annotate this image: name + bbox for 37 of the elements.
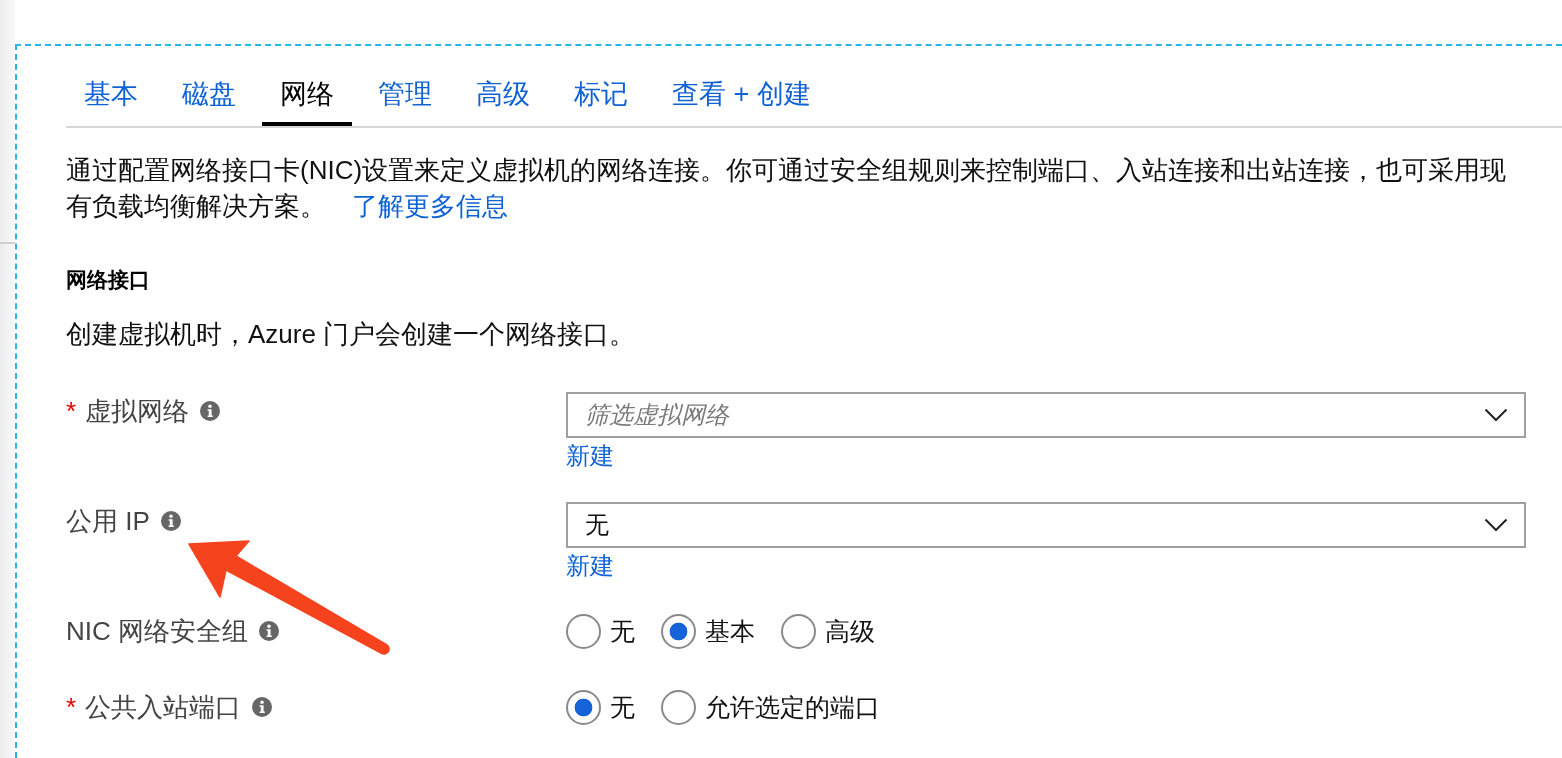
tab[interactable]: 高级 — [458, 46, 548, 126]
radio-label[interactable]: 无 — [610, 614, 635, 648]
section-text: 创建虚拟机时，Azure 门户会创建一个网络接口。 — [66, 318, 637, 351]
radio-button[interactable] — [661, 689, 696, 725]
radio-button[interactable] — [566, 613, 601, 649]
required-asterisk: * — [66, 691, 77, 723]
tab[interactable]: 标记 — [556, 46, 646, 126]
field-label: 公用 IP — [66, 504, 150, 538]
info-icon[interactable] — [252, 697, 273, 717]
info-icon[interactable] — [160, 511, 181, 531]
radio-button[interactable] — [781, 613, 816, 649]
info-icon[interactable] — [259, 621, 279, 641]
radio-label[interactable]: 无 — [610, 690, 635, 724]
field-label: 虚拟网络 — [85, 394, 190, 428]
radio-label[interactable]: 高级 — [825, 614, 875, 648]
tab[interactable]: 网络 — [262, 46, 352, 126]
tab[interactable]: 磁盘 — [164, 46, 254, 126]
info-icon[interactable] — [200, 401, 221, 421]
radio-button[interactable] — [661, 613, 696, 649]
create-new-link[interactable]: 新建 — [566, 441, 614, 471]
tab[interactable]: 查看 + 创建 — [654, 46, 829, 126]
chevron-down-icon — [1484, 408, 1508, 422]
create-new-link[interactable]: 新建 — [566, 551, 614, 581]
section-heading: 网络接口 — [66, 267, 151, 293]
radio-label[interactable]: 基本 — [705, 614, 755, 648]
dropdown-field[interactable]: 无 — [566, 502, 1526, 548]
field-label: 公共入站端口 — [85, 690, 242, 724]
learn-more-link[interactable]: 了解更多信息 — [352, 191, 508, 221]
radio-button[interactable] — [566, 689, 601, 725]
tab[interactable]: 基本 — [66, 46, 156, 126]
chevron-down-icon — [1484, 518, 1508, 532]
field-label: NIC 网络安全组 — [66, 614, 248, 648]
required-asterisk: * — [66, 395, 77, 427]
radio-label[interactable]: 允许选定的端口 — [705, 690, 880, 724]
dropdown-field[interactable]: 筛选虚拟网络 — [566, 392, 1526, 438]
description-text: 通过配置网络接口卡(NIC)设置来定义虚拟机的网络连接。你可通过安全组规则来控制端口、入站连接和出站连接，也可采用现有负载均衡解决方案。 了解更多信息 — [66, 154, 1508, 223]
tab[interactable]: 管理 — [360, 46, 450, 126]
